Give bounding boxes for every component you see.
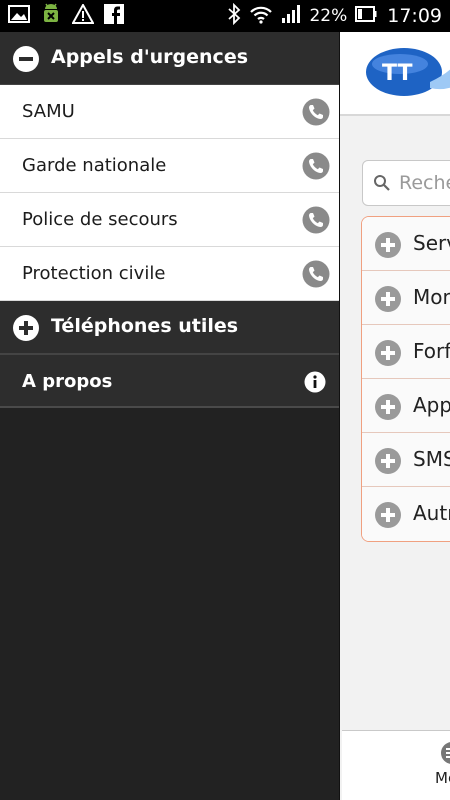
bottom-menu-label: Me — [435, 769, 450, 787]
facebook-icon — [104, 4, 124, 28]
wifi-icon — [249, 4, 273, 28]
battery-icon — [355, 6, 377, 26]
phone-icon[interactable] — [302, 260, 330, 292]
screen: 22% 17:09 TT Reche — [0, 0, 450, 800]
about-label: A propos — [22, 371, 113, 392]
item-label: Police de secours — [22, 209, 178, 230]
bottom-menu-bar[interactable]: Me — [342, 730, 450, 800]
menu-row-label: Forfa — [413, 339, 450, 363]
plus-circle-icon — [374, 339, 402, 371]
battery-percent: 22% — [309, 6, 348, 26]
menu-row-appels[interactable]: Appe — [362, 379, 450, 433]
phone-icon[interactable] — [302, 152, 330, 184]
svg-text:TT: TT — [382, 61, 413, 86]
item-label: Garde nationale — [22, 155, 167, 176]
search-placeholder: Reche — [399, 172, 450, 194]
image-icon — [8, 4, 30, 28]
expand-plus-icon — [12, 314, 40, 346]
status-time: 17:09 — [387, 5, 442, 27]
app-header: TT — [340, 32, 450, 116]
navigation-drawer: Appels d'urgences SAMU Garde nationale P… — [0, 32, 340, 800]
bluetooth-icon — [227, 2, 241, 29]
warning-icon — [71, 2, 95, 28]
emergency-item-protection-civile[interactable]: Protection civile — [0, 247, 339, 301]
phone-icon[interactable] — [302, 98, 330, 130]
android-debug-icon — [40, 3, 62, 29]
emergency-item-police-de-secours[interactable]: Police de secours — [0, 193, 339, 247]
section-header-useful-phones[interactable]: Téléphones utiles — [0, 301, 339, 354]
section-header-emergency[interactable]: Appels d'urgences — [0, 32, 339, 85]
menu-row-label: SMS — [413, 447, 450, 471]
signal-icon — [281, 4, 301, 28]
search-input[interactable]: Reche — [362, 160, 450, 206]
status-bar: 22% 17:09 — [0, 0, 450, 32]
item-label: SAMU — [22, 101, 75, 122]
menu-row-mon[interactable]: Mon — [362, 271, 450, 325]
plus-circle-icon — [374, 501, 402, 533]
menu-row-label: Mon — [413, 285, 450, 309]
about-item[interactable]: A propos — [0, 354, 339, 408]
menu-row-autres[interactable]: Autr — [362, 487, 450, 541]
plus-circle-icon — [374, 393, 402, 425]
collapse-minus-icon — [12, 45, 40, 77]
brand-logo: TT — [362, 42, 450, 106]
menu-row-label: Autr — [413, 501, 450, 525]
menu-row-forfaits[interactable]: Forfa — [362, 325, 450, 379]
item-label: Protection civile — [22, 263, 166, 284]
menu-icon — [440, 741, 450, 769]
emergency-item-samu[interactable]: SAMU — [0, 85, 339, 139]
section-title: Téléphones utiles — [51, 315, 239, 337]
plus-circle-icon — [374, 285, 402, 317]
menu-row-services[interactable]: Serv — [362, 217, 450, 271]
services-menu: Serv Mon Forfa Appe SMS Autr — [361, 216, 450, 542]
section-title: Appels d'urgences — [51, 46, 249, 68]
menu-row-label: Appe — [413, 393, 450, 417]
phone-icon[interactable] — [302, 206, 330, 238]
plus-circle-icon — [374, 447, 402, 479]
emergency-item-garde-nationale[interactable]: Garde nationale — [0, 139, 339, 193]
search-icon — [373, 174, 391, 196]
menu-row-sms[interactable]: SMS — [362, 433, 450, 487]
main-app-panel: TT Reche Serv Mon Forfa — [340, 32, 450, 800]
info-icon[interactable] — [304, 371, 326, 397]
menu-row-label: Serv — [413, 231, 450, 255]
plus-circle-icon — [374, 231, 402, 263]
